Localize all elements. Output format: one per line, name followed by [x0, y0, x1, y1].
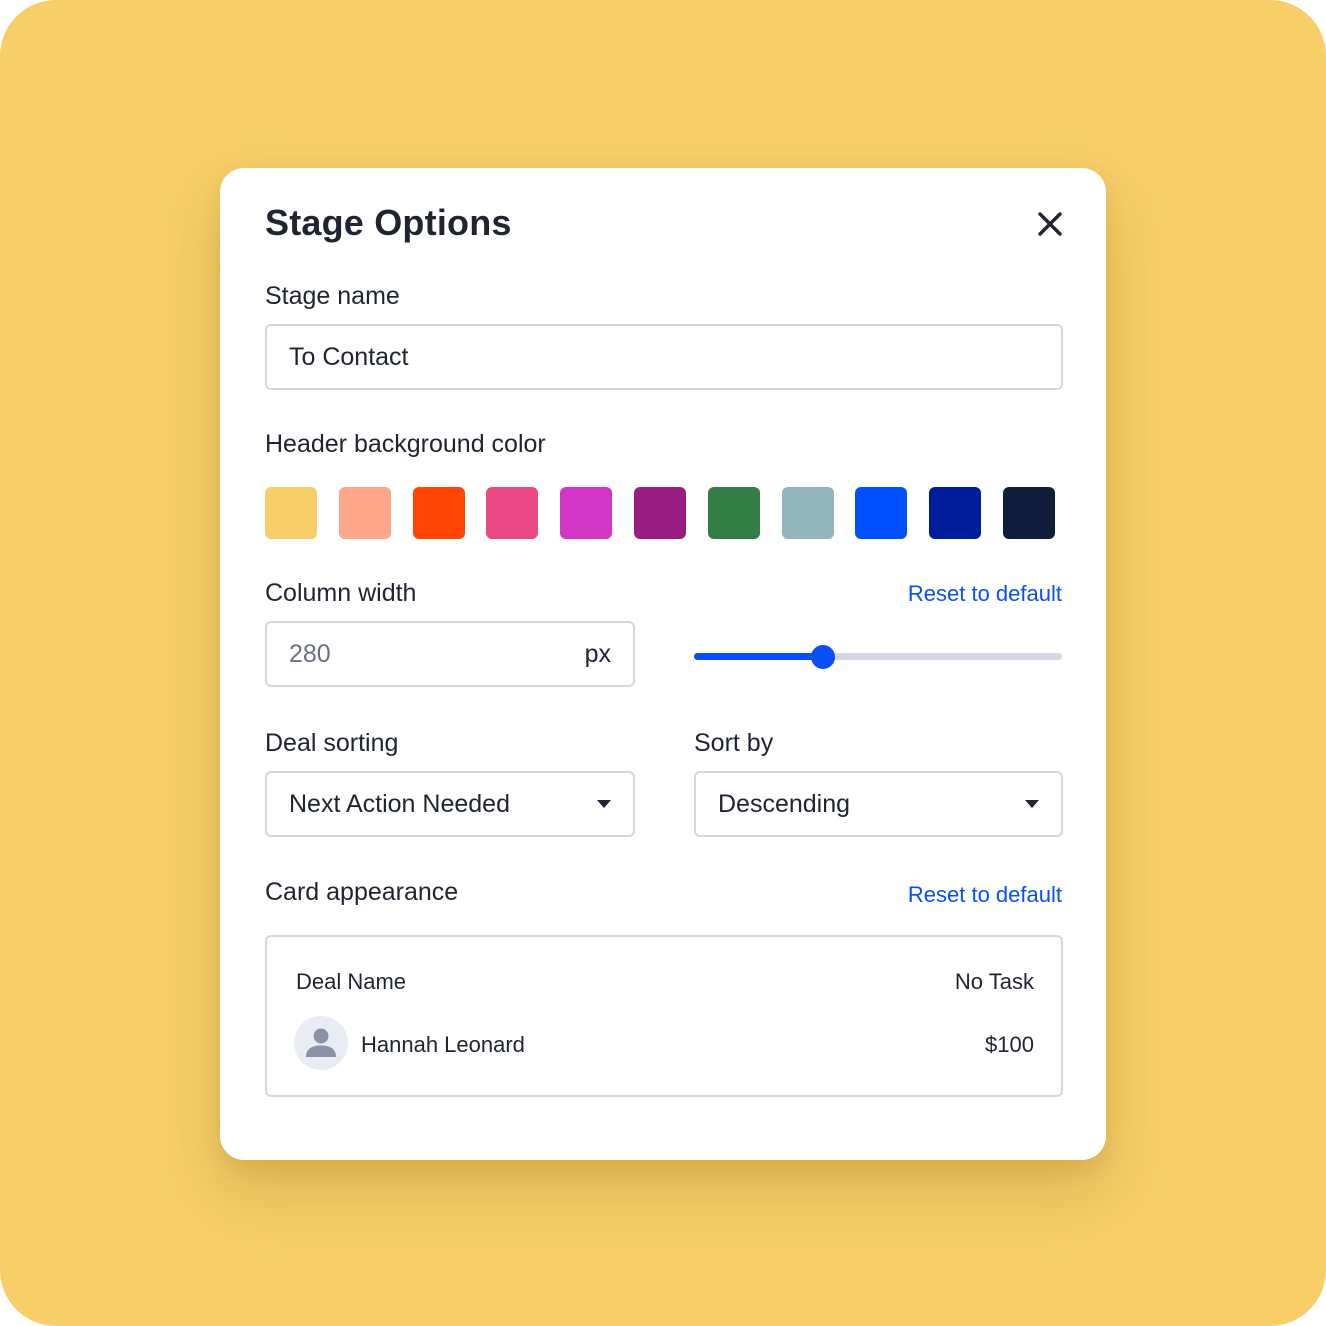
- card-preview: Deal Name No Task Hannah Leonard $100: [265, 935, 1063, 1097]
- card-deal-name: Deal Name: [296, 969, 407, 994]
- card-task-status: No Task: [954, 969, 1034, 994]
- deal-sorting-select[interactable]: Next Action Needed: [265, 771, 635, 837]
- card-appearance-label: Card appearance: [265, 878, 459, 906]
- stage-options-dialog: Stage Options Stage name Header backgrou…: [220, 168, 1106, 1160]
- close-button[interactable]: [1032, 206, 1068, 242]
- column-width-unit: px: [584, 639, 611, 668]
- sort-by-value: Descending: [718, 789, 851, 818]
- color-swatch-3[interactable]: [412, 487, 465, 539]
- column-width-reset-link[interactable]: Reset to default: [908, 581, 1062, 607]
- slider-fill: [694, 653, 823, 660]
- stage-name-field-wrapper: [265, 324, 1063, 390]
- sort-by-label: Sort by: [694, 729, 774, 757]
- chevron-down-icon: [597, 800, 611, 808]
- color-swatch-5[interactable]: [560, 487, 613, 539]
- color-swatch-2[interactable]: [338, 487, 391, 539]
- card-amount: $100: [985, 1032, 1034, 1057]
- stage-name-label: Stage name: [265, 282, 400, 310]
- color-swatch-9[interactable]: [855, 487, 908, 539]
- color-swatch-10[interactable]: [929, 487, 982, 539]
- card-person-name: Hannah Leonard: [361, 1032, 525, 1057]
- dialog-title: Stage Options: [265, 202, 512, 243]
- chevron-down-icon: [1025, 800, 1039, 808]
- color-swatch-6[interactable]: [633, 487, 686, 539]
- slider-thumb[interactable]: [810, 645, 835, 669]
- column-width-label: Column width: [265, 579, 417, 607]
- person-icon: [306, 1028, 336, 1057]
- header-color-label: Header background color: [265, 430, 546, 458]
- close-icon: [1038, 212, 1062, 236]
- column-width-field-wrapper: px: [265, 621, 635, 687]
- color-swatch-7[interactable]: [707, 487, 760, 539]
- deal-sorting-value: Next Action Needed: [289, 789, 510, 818]
- avatar: [294, 1016, 348, 1070]
- color-swatch-11[interactable]: [1002, 487, 1055, 539]
- column-width-slider[interactable]: [694, 644, 1062, 670]
- color-swatch-list: [265, 487, 1055, 539]
- color-swatch-8[interactable]: [781, 487, 834, 539]
- color-swatch-4[interactable]: [486, 487, 539, 539]
- card-appearance-reset-link[interactable]: Reset to default: [908, 882, 1062, 908]
- deal-sorting-label: Deal sorting: [265, 729, 399, 757]
- sort-by-select[interactable]: Descending: [694, 771, 1063, 837]
- stage-name-input[interactable]: [289, 342, 1039, 372]
- color-swatch-1[interactable]: [265, 487, 317, 539]
- column-width-input[interactable]: [289, 639, 577, 669]
